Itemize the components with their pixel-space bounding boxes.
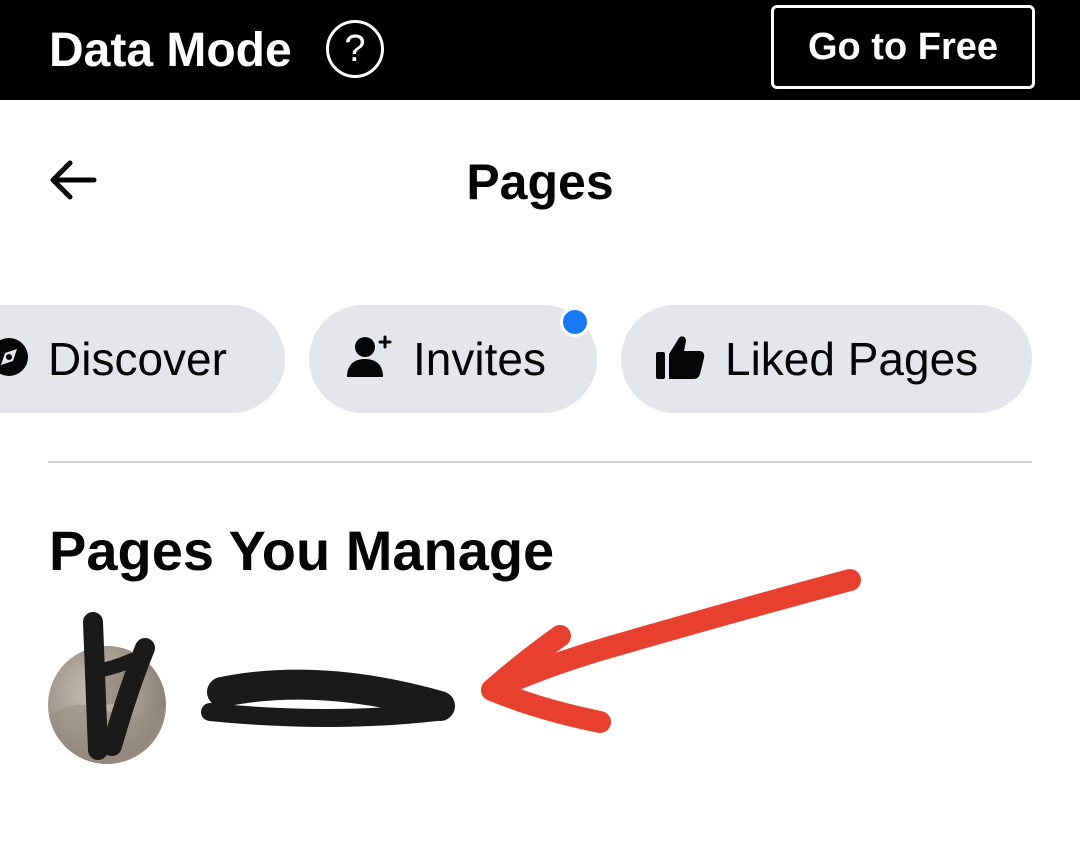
data-mode-title: Data Mode bbox=[49, 24, 292, 77]
page-avatar[interactable] bbox=[48, 646, 166, 764]
chip-invites-label: Invites bbox=[413, 333, 546, 385]
thumbs-up-icon bbox=[655, 334, 705, 385]
chip-liked-pages[interactable]: Liked Pages bbox=[621, 305, 1032, 413]
chip-discover[interactable]: Discover bbox=[0, 305, 285, 413]
section-title: Pages You Manage bbox=[49, 519, 555, 582]
go-to-free-button[interactable]: Go to Free bbox=[771, 5, 1035, 89]
arrow-left-icon[interactable] bbox=[44, 150, 104, 210]
divider bbox=[48, 461, 1032, 463]
data-mode-banner: Data Mode ? Go to Free bbox=[0, 0, 1080, 100]
notification-dot bbox=[560, 307, 590, 337]
question-circle-icon[interactable]: ? bbox=[326, 20, 384, 78]
compass-icon bbox=[0, 336, 30, 383]
chip-liked-pages-label: Liked Pages bbox=[725, 333, 979, 385]
page-title: Pages bbox=[466, 154, 614, 210]
chip-invites[interactable]: Invites bbox=[309, 305, 597, 413]
managed-page-item[interactable] bbox=[48, 644, 1032, 770]
person-add-icon bbox=[345, 333, 393, 386]
page-name[interactable] bbox=[205, 674, 435, 727]
chip-discover-label: Discover bbox=[48, 333, 227, 385]
pages-screen: Data Mode ? Go to Free Pages Discover In… bbox=[0, 0, 1080, 859]
